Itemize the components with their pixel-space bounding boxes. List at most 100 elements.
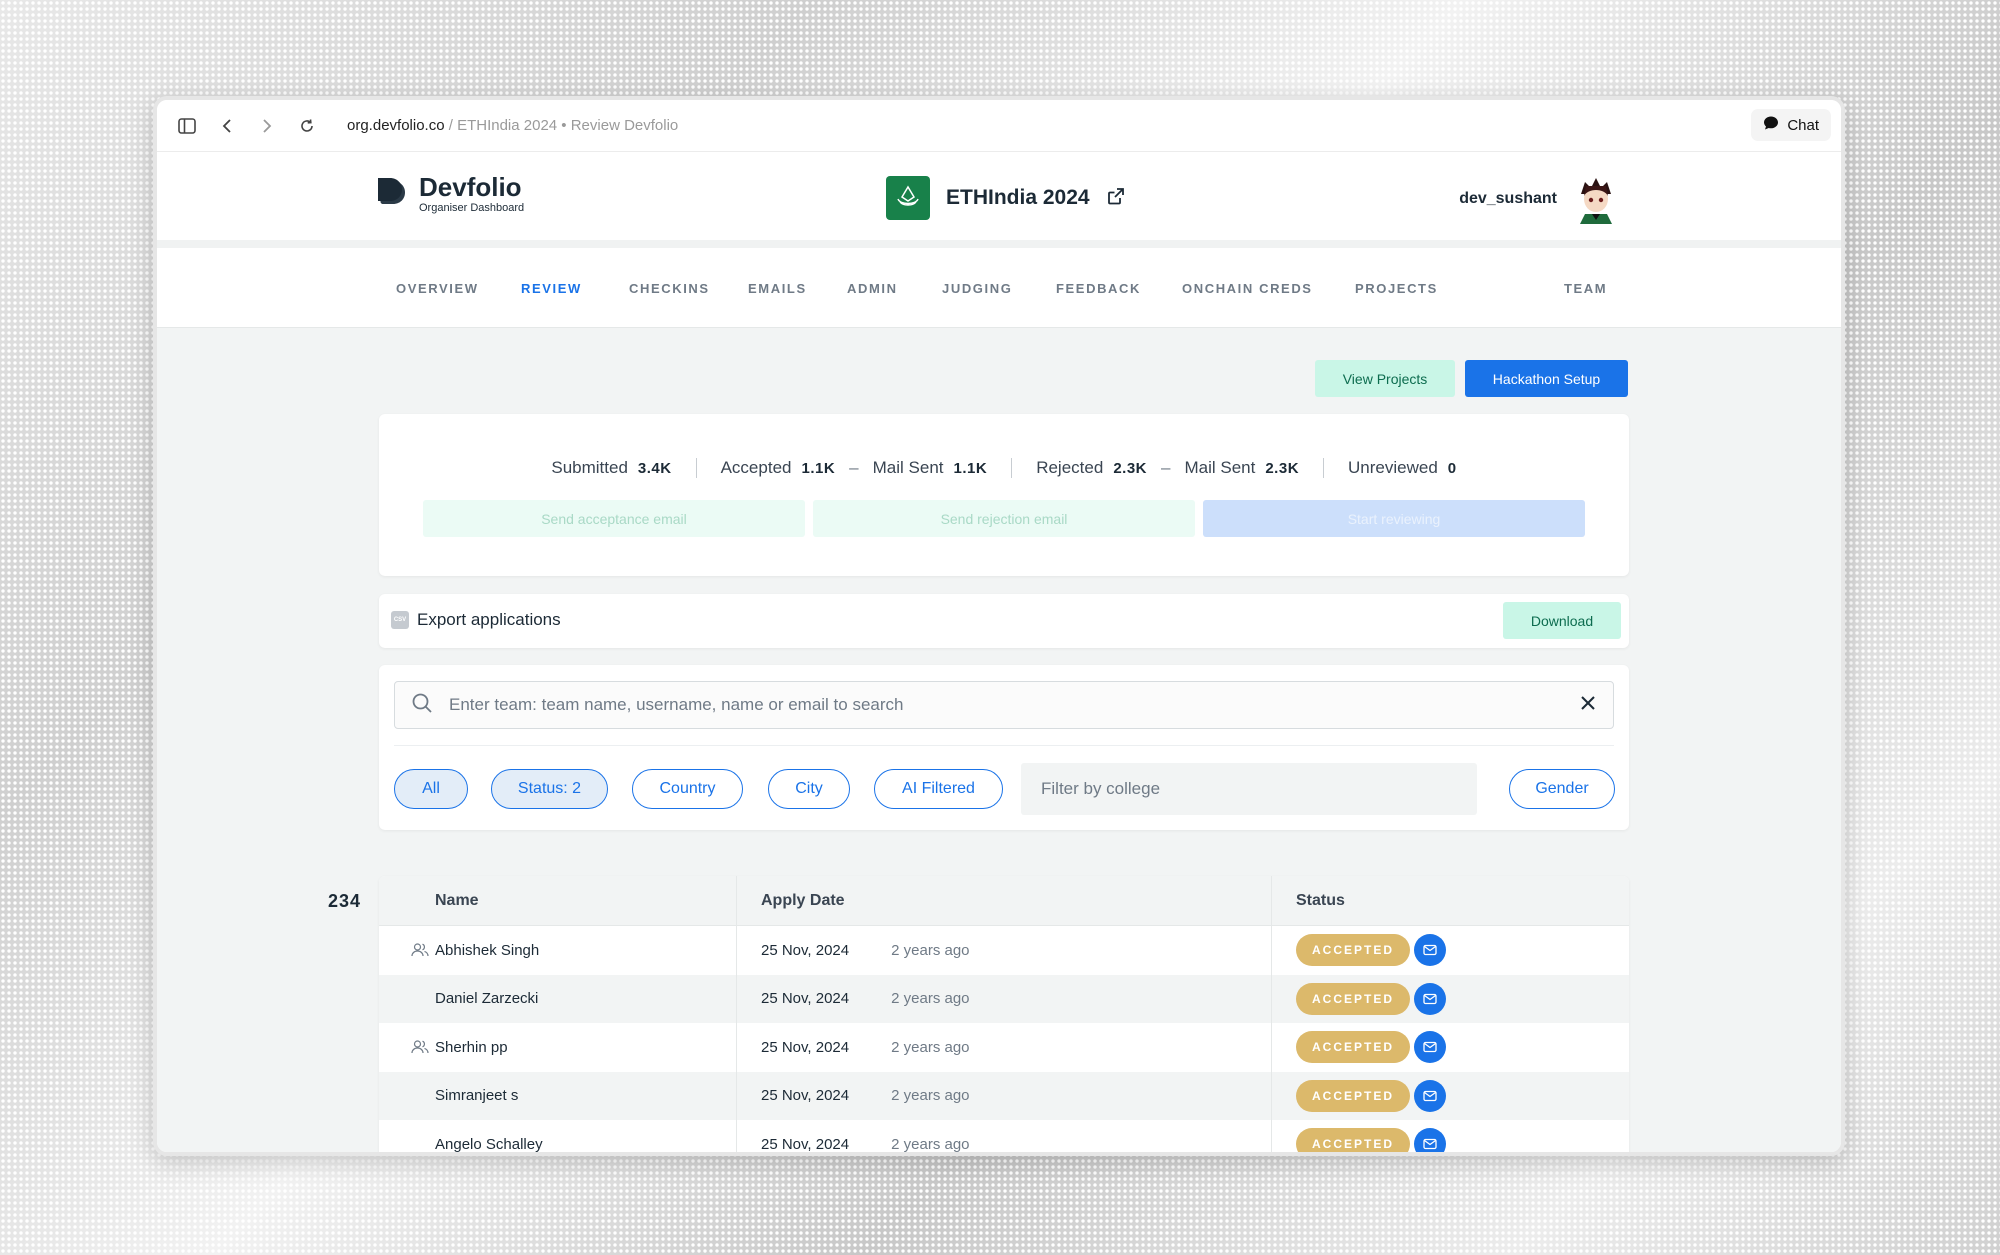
tab-judging[interactable]: JUDGING	[942, 281, 1012, 296]
unreviewed-value: 0	[1447, 459, 1457, 477]
applicant-name[interactable]: Simranjeet s	[435, 1087, 518, 1104]
name-cell: Daniel Zarzecki	[379, 974, 737, 1023]
tab-checkins[interactable]: CHECKINS	[629, 281, 710, 296]
date-cell: 25 Nov, 2024 2 years ago	[737, 1023, 1272, 1072]
export-label-group: CSV Export applications	[391, 610, 561, 630]
username: dev_sushant	[1459, 190, 1557, 207]
send-acceptance-email-button[interactable]: Send acceptance email	[423, 500, 805, 537]
apply-date: 25 Nov, 2024	[761, 1038, 850, 1056]
date-cell: 25 Nov, 2024 2 years ago	[737, 1120, 1272, 1153]
tab-emails[interactable]: EMAILS	[748, 281, 807, 296]
start-reviewing-button[interactable]: Start reviewing	[1203, 500, 1585, 537]
table-row[interactable]: Daniel Zarzecki 25 Nov, 2024 2 years ago…	[379, 974, 1629, 1024]
status-badge[interactable]: ACCEPTED	[1296, 934, 1410, 967]
tab-overview[interactable]: OVERVIEW	[396, 281, 479, 296]
hackathon-setup-button[interactable]: Hackathon Setup	[1465, 360, 1628, 397]
send-rejection-email-button[interactable]: Send rejection email	[813, 500, 1195, 537]
table-row[interactable]: Abhishek Singh 25 Nov, 2024 2 years ago …	[379, 926, 1629, 975]
name-cell: Abhishek Singh	[379, 926, 737, 975]
review-stats-card: Submitted 3.4K Accepted 1.1K – Mail Sent…	[379, 414, 1629, 576]
header-name[interactable]: Name	[379, 876, 737, 925]
search-input[interactable]	[449, 695, 1579, 715]
back-icon[interactable]	[213, 112, 241, 140]
mail-icon[interactable]	[1414, 1031, 1446, 1064]
rejected-label: Rejected	[1036, 458, 1104, 477]
filter-gender[interactable]: Gender	[1509, 769, 1615, 809]
relative-time: 2 years ago	[891, 1135, 970, 1153]
applicant-name[interactable]: Sherhin pp	[435, 1039, 508, 1056]
status-badge[interactable]: ACCEPTED	[1296, 1031, 1410, 1064]
status-badge[interactable]: ACCEPTED	[1296, 982, 1410, 1015]
brand-subtitle: Organiser Dashboard	[419, 202, 525, 214]
export-card: CSV Export applications Download	[379, 594, 1629, 648]
stat-submitted: Submitted 3.4K	[527, 458, 695, 478]
applicant-name[interactable]: Daniel Zarzecki	[435, 990, 538, 1007]
site-header: Devfolio Organiser Dashboard ETHIndia 20…	[157, 152, 1841, 248]
apply-date: 25 Nov, 2024	[761, 1087, 850, 1105]
separator-dash: –	[849, 458, 859, 477]
table-row[interactable]: Angelo Schalley 25 Nov, 2024 2 years ago…	[379, 1120, 1629, 1153]
status-badge[interactable]: ACCEPTED	[1296, 1079, 1410, 1112]
filter-all[interactable]: All	[394, 769, 468, 809]
chat-button[interactable]: Chat	[1751, 109, 1831, 141]
rejected-mail-label: Mail Sent	[1184, 458, 1256, 477]
table-row[interactable]: Sherhin pp 25 Nov, 2024 2 years ago ACCE…	[379, 1023, 1629, 1072]
applicant-name[interactable]: Abhishek Singh	[435, 942, 539, 959]
sidebar-toggle-icon[interactable]	[173, 112, 201, 140]
filter-country[interactable]: Country	[632, 769, 743, 809]
relative-time: 2 years ago	[891, 1087, 970, 1105]
status-cell: ACCEPTED	[1272, 926, 1629, 975]
tab-projects[interactable]: PROJECTS	[1355, 281, 1438, 296]
status-badge[interactable]: ACCEPTED	[1296, 1128, 1410, 1152]
browser-window: org.devfolio.co / ETHIndia 2024 • Review…	[153, 96, 1845, 1156]
devfolio-logo-icon	[377, 175, 409, 214]
clear-search-icon[interactable]	[1579, 694, 1597, 717]
mail-icon[interactable]	[1414, 982, 1446, 1015]
filter-ai-filtered[interactable]: AI Filtered	[874, 769, 1003, 809]
tab-onchain-creds[interactable]: ONCHAIN CREDS	[1182, 281, 1313, 296]
stat-accepted: Accepted 1.1K – Mail Sent 1.1K	[695, 458, 1012, 478]
status-cell: ACCEPTED	[1272, 1023, 1629, 1072]
address-bar[interactable]: org.devfolio.co / ETHIndia 2024 • Review…	[347, 117, 678, 134]
header-apply-date[interactable]: Apply Date	[737, 876, 1272, 925]
name-cell: Angelo Schalley	[379, 1120, 737, 1152]
review-actions: Send acceptance email Send rejection ema…	[423, 500, 1585, 537]
forward-icon[interactable]	[253, 112, 281, 140]
divider	[394, 745, 1614, 746]
relative-time: 2 years ago	[891, 1038, 970, 1056]
event-switcher[interactable]: ETHIndia 2024	[886, 176, 1126, 220]
tab-review[interactable]: REVIEW	[521, 281, 582, 296]
stat-rejected: Rejected 2.3K – Mail Sent 2.3K	[1011, 458, 1323, 478]
csv-file-icon: CSV	[391, 611, 409, 629]
devfolio-brand[interactable]: Devfolio Organiser Dashboard	[377, 174, 524, 214]
team-icon	[411, 1038, 435, 1056]
avatar[interactable]	[1573, 174, 1619, 224]
chat-label: Chat	[1787, 116, 1819, 134]
header-status[interactable]: Status	[1272, 876, 1629, 925]
name-cell: Sherhin pp	[379, 1023, 737, 1072]
filter-status[interactable]: Status: 2	[491, 769, 608, 809]
table-row[interactable]: Simranjeet s 25 Nov, 2024 2 years ago AC…	[379, 1071, 1629, 1120]
review-content: View Projects Hackathon Setup Submitted …	[157, 328, 1841, 1153]
filter-city[interactable]: City	[768, 769, 850, 809]
applicant-name[interactable]: Angelo Schalley	[435, 1136, 543, 1152]
tab-feedback[interactable]: FEEDBACK	[1056, 281, 1141, 296]
tab-admin[interactable]: ADMIN	[847, 281, 898, 296]
mail-icon[interactable]	[1414, 934, 1446, 967]
college-filter-input[interactable]	[1021, 763, 1477, 815]
tab-team[interactable]: TEAM	[1564, 281, 1607, 296]
view-projects-button[interactable]: View Projects	[1315, 360, 1455, 397]
status-cell: ACCEPTED	[1272, 975, 1629, 1024]
download-button[interactable]: Download	[1503, 602, 1621, 639]
relative-time: 2 years ago	[891, 990, 970, 1008]
apply-date: 25 Nov, 2024	[761, 1135, 850, 1153]
main-tabs: OVERVIEW REVIEW CHECKINS EMAILS ADMIN JU…	[157, 248, 1841, 328]
user-menu[interactable]: dev_sushant	[1459, 174, 1619, 224]
event-logo	[886, 176, 930, 220]
mail-icon[interactable]	[1414, 1079, 1446, 1112]
reload-icon[interactable]	[293, 112, 321, 140]
search-box	[394, 681, 1614, 729]
mail-icon[interactable]	[1414, 1128, 1446, 1152]
external-link-icon[interactable]	[1106, 186, 1126, 211]
